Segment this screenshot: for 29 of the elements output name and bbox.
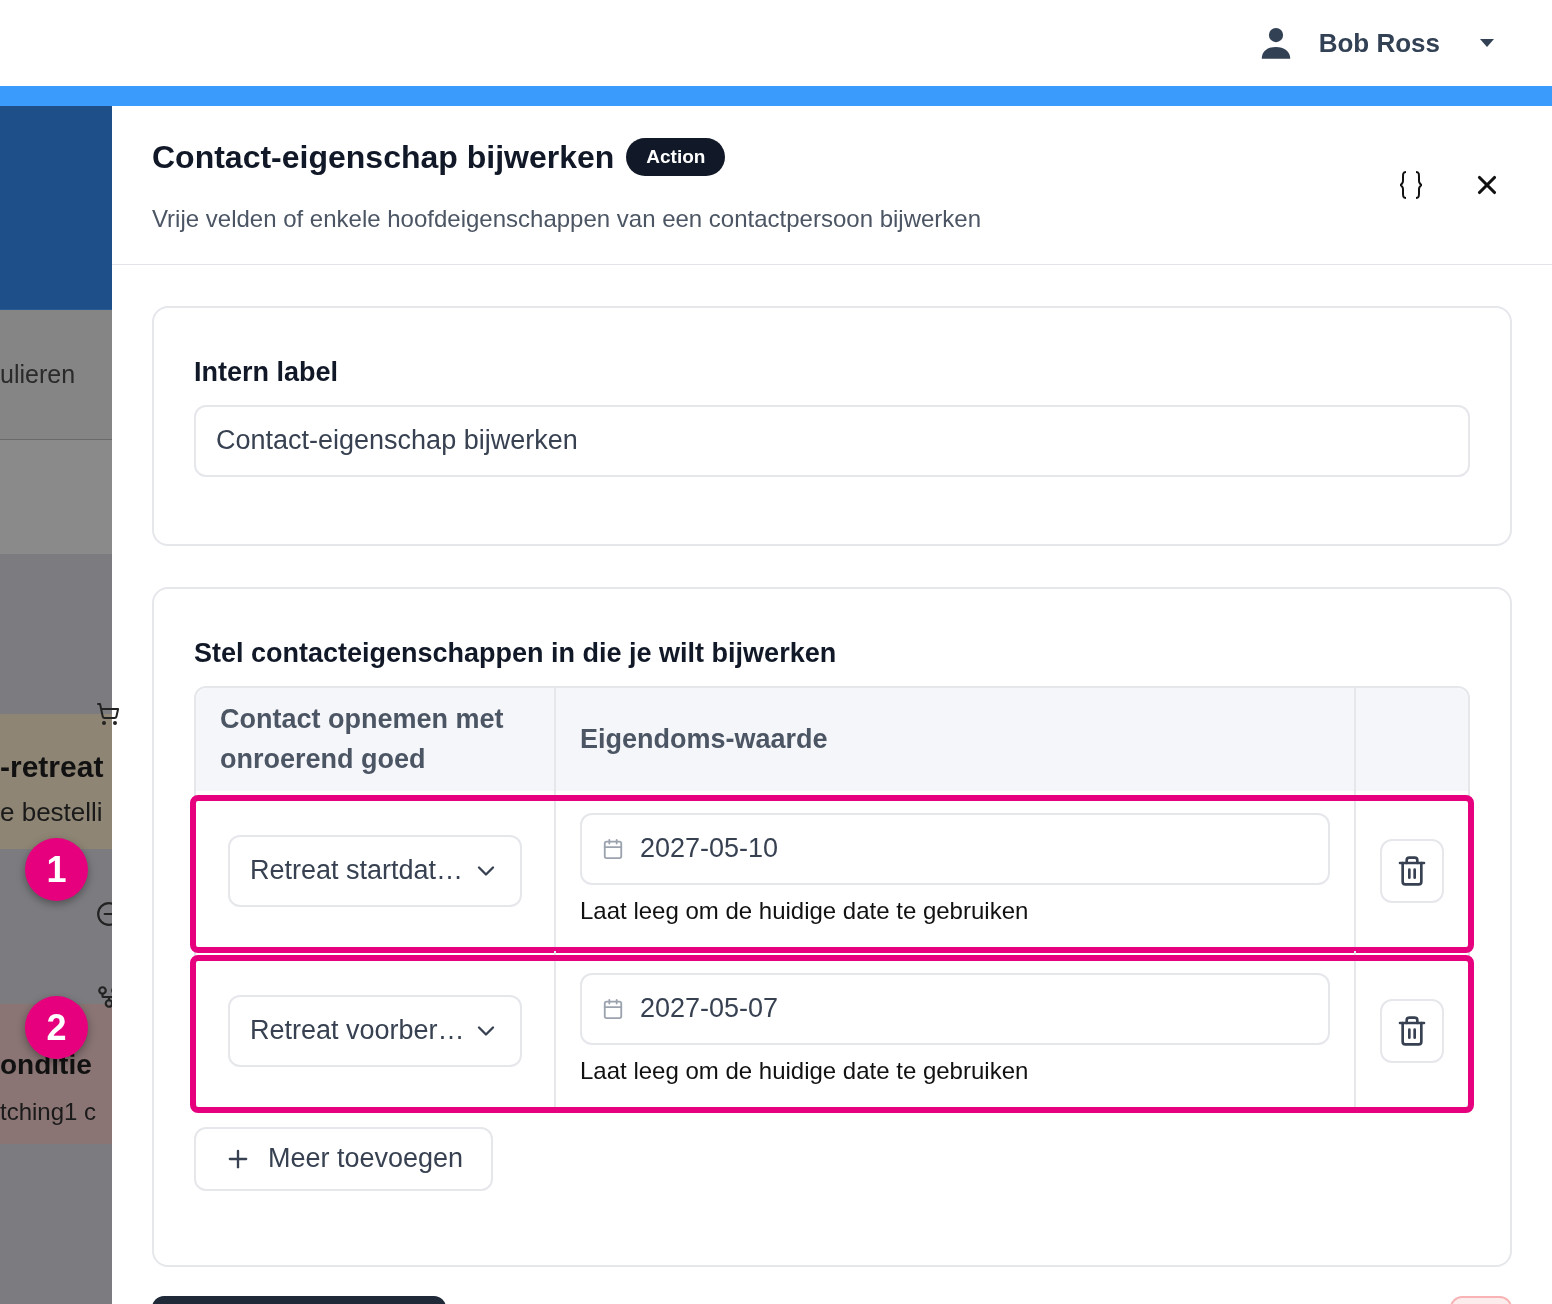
delete-button[interactable] [1380, 998, 1444, 1063]
node-text: tching1 c [0, 1097, 98, 1127]
node-text: e bestelli [0, 796, 104, 829]
date-field[interactable]: 2027-05-10 [580, 812, 1330, 885]
input-field[interactable]: Contact-eigenschap bijwerken [194, 404, 1470, 477]
field-hint: Laat leeg om de huidige date te gebruiken [580, 895, 1030, 926]
property-select[interactable]: Retreat voorber… [228, 994, 522, 1067]
code-braces-icon[interactable] [1398, 170, 1424, 200]
panel-title: Contact-eigenschap bijwerken [152, 138, 615, 177]
calendar-icon [602, 837, 624, 860]
trash-icon [1396, 1014, 1428, 1047]
delete-button[interactable] [1380, 838, 1444, 903]
property-select[interactable]: Retreat startdat… [228, 834, 522, 907]
user-name[interactable]: Bob Ross [1318, 23, 1440, 63]
field-hint: Laat leeg om de huidige date te gebruiken [580, 1055, 1030, 1086]
calendar-icon [602, 997, 624, 1020]
column-header: Eigendoms-waarde [580, 722, 828, 756]
section-heading: Stel contacteigenschappen in die je wilt bijwerken [194, 637, 838, 670]
caret-icon[interactable] [1480, 39, 1494, 47]
column-header: Contact opnemen met onroerend goed [220, 703, 505, 776]
panel-subtitle: Vrije velden of enkele hoofdeigenschappen van een contactpersoon bijwerken [152, 204, 983, 234]
tab-label: ulieren [0, 358, 76, 390]
node-title: -retreat [0, 749, 105, 785]
action-badge: Action [626, 137, 726, 177]
add-more-button[interactable]: Meer toevoegen [194, 1126, 494, 1191]
cart-icon [96, 702, 120, 726]
trash-icon [1396, 854, 1428, 887]
date-field[interactable]: 2027-05-07 [580, 972, 1330, 1045]
field-label: Intern label [194, 356, 340, 389]
